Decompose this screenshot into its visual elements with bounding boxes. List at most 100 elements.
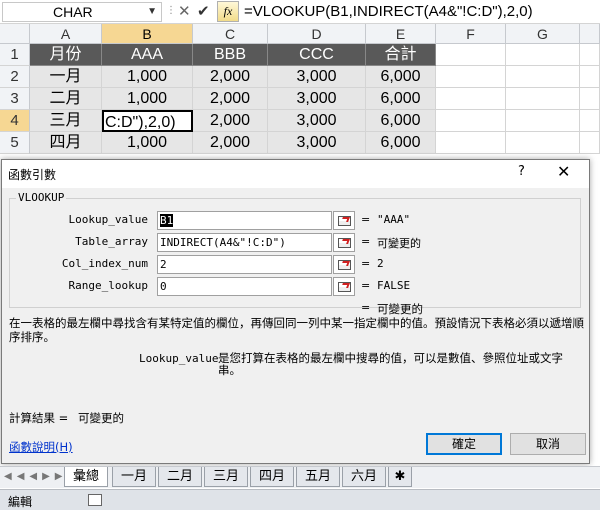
cell-h4[interactable] (580, 110, 600, 132)
equals-sign: = (361, 257, 371, 270)
macro-record-icon[interactable] (88, 494, 102, 506)
cell-e4[interactable]: 6,000 (366, 110, 436, 132)
cell-a1[interactable]: 月份 (30, 44, 102, 66)
col-index-num-input[interactable]: 2 (157, 255, 332, 274)
cancel-icon[interactable]: ✕ (178, 2, 191, 20)
insert-sheet-icon[interactable]: ✱ (388, 467, 412, 487)
grip-icon: ⋮ (166, 5, 176, 16)
arg-label-col-index-num: Col_index_num (61, 257, 148, 270)
cell-g4[interactable] (506, 110, 580, 132)
cell-d4[interactable]: 3,000 (268, 110, 366, 132)
cell-a5[interactable]: 四月 (30, 132, 102, 154)
select-all-corner[interactable] (0, 24, 30, 44)
cell-d5[interactable]: 3,000 (268, 132, 366, 154)
argument-description: 是您打算在表格的最左欄中搜尋的值，可以是數值、參照位址或文字串。 (218, 351, 563, 377)
sheet-tab-feb[interactable]: 二月 (158, 467, 203, 487)
cell-d2[interactable]: 3,000 (268, 66, 366, 88)
arg-result-table-array: 可變更的 (377, 237, 421, 250)
cell-e5[interactable]: 6,000 (366, 132, 436, 154)
table-array-input[interactable]: INDIRECT(A4&"!C:D") (157, 233, 332, 252)
sheet-tab-jun[interactable]: 六月 (342, 467, 387, 487)
lookup-value-input[interactable]: B1 (157, 211, 332, 230)
arg-label-range-lookup: Range_lookup (68, 279, 148, 292)
column-header-b[interactable]: B (102, 24, 193, 44)
cell-g1[interactable] (506, 44, 580, 66)
equals-sign: = (361, 279, 371, 292)
cell-b5[interactable]: 1,000 (102, 132, 193, 154)
argument-description-name: Lookup_value (139, 352, 219, 365)
active-cell-b4[interactable]: C:D"),2,0) (102, 110, 193, 132)
cell-g2[interactable] (506, 66, 580, 88)
cell-g3[interactable] (506, 88, 580, 110)
lookup-value-text: B1 (160, 214, 174, 227)
cell-c2[interactable]: 2,000 (193, 66, 268, 88)
row-header-1[interactable]: 1 (0, 44, 30, 66)
cell-f3[interactable] (436, 88, 506, 110)
arg-result-range-lookup: FALSE (377, 279, 411, 292)
column-header-a[interactable]: A (30, 24, 102, 44)
enter-icon[interactable]: ✔ (197, 2, 210, 20)
formula-input[interactable]: =VLOOKUP(B1,INDIRECT(A4&"!C:D"),2,0) (244, 2, 533, 21)
equals-sign: = (361, 235, 371, 248)
column-header-f[interactable]: F (436, 24, 506, 44)
range-lookup-input[interactable]: 0 (157, 277, 332, 296)
row-header-2[interactable]: 2 (0, 66, 30, 88)
ok-button[interactable]: 確定 (426, 433, 502, 455)
column-header-g[interactable]: G (506, 24, 580, 44)
function-help-link[interactable]: 函數說明(H) (9, 439, 73, 455)
sheet-tab-jan[interactable]: 一月 (112, 467, 157, 487)
cell-d3[interactable]: 3,000 (268, 88, 366, 110)
cell-d1[interactable]: CCC (268, 44, 366, 66)
cell-h2[interactable] (580, 66, 600, 88)
row-header-5[interactable]: 5 (0, 132, 30, 154)
cell-e2[interactable]: 6,000 (366, 66, 436, 88)
column-header-d[interactable]: D (268, 24, 366, 44)
cell-a3[interactable]: 二月 (30, 88, 102, 110)
sheet-tab-mar[interactable]: 三月 (204, 467, 249, 487)
cell-f1[interactable] (436, 44, 506, 66)
help-icon[interactable]: ? (518, 164, 525, 179)
function-description: 在一表格的最左欄中尋找含有某特定值的欄位，再傳回同一列中某一指定欄中的值。預設情… (9, 316, 584, 344)
formula-bar: CHAR ▼ ⋮ ✕ ✔ fx =VLOOKUP(B1,INDIRECT(A4&… (0, 0, 600, 24)
cell-h1[interactable] (580, 44, 600, 66)
cell-b1[interactable]: AAA (102, 44, 193, 66)
cell-c5[interactable]: 2,000 (193, 132, 268, 154)
dialog-titlebar[interactable]: 函數引數 ? ✕ (2, 160, 589, 188)
formula-result: 可變更的 (377, 302, 423, 316)
cell-b3[interactable]: 1,000 (102, 88, 193, 110)
cell-h3[interactable] (580, 88, 600, 110)
name-box-value: CHAR (53, 4, 93, 20)
cell-c4[interactable]: 2,000 (193, 110, 268, 132)
cell-e1[interactable]: 合計 (366, 44, 436, 66)
column-header-c[interactable]: C (193, 24, 268, 44)
cell-a4[interactable]: 三月 (30, 110, 102, 132)
dialog-title: 函數引數 (8, 168, 57, 182)
cell-f4[interactable] (436, 110, 506, 132)
close-icon[interactable]: ✕ (557, 162, 570, 181)
row-header-4[interactable]: 4 (0, 110, 30, 132)
cancel-button[interactable]: 取消 (510, 433, 586, 455)
cell-b2[interactable]: 1,000 (102, 66, 193, 88)
insert-function-button[interactable]: fx (217, 1, 239, 22)
cell-c3[interactable]: 2,000 (193, 88, 268, 110)
collapse-dialog-button[interactable] (333, 277, 355, 296)
collapse-dialog-button[interactable] (333, 255, 355, 274)
cell-c1[interactable]: BBB (193, 44, 268, 66)
sheet-tab-apr[interactable]: 四月 (250, 467, 295, 487)
arg-label-lookup-value: Lookup_value (68, 213, 148, 226)
calculation-result-value: 可變更的 (78, 411, 124, 425)
name-box[interactable]: CHAR ▼ (2, 2, 162, 22)
sheet-tab-may[interactable]: 五月 (296, 467, 341, 487)
row-header-3[interactable]: 3 (0, 88, 30, 110)
cell-f5[interactable] (436, 132, 506, 154)
column-header-e[interactable]: E (366, 24, 436, 44)
cell-g5[interactable] (506, 132, 580, 154)
collapse-dialog-button[interactable] (333, 211, 355, 230)
cell-a2[interactable]: 一月 (30, 66, 102, 88)
cell-h5[interactable] (580, 132, 600, 154)
collapse-dialog-button[interactable] (333, 233, 355, 252)
cell-f2[interactable] (436, 66, 506, 88)
chevron-down-icon[interactable]: ▼ (147, 3, 157, 21)
sheet-tab-summary[interactable]: 彙總 (64, 467, 109, 487)
cell-e3[interactable]: 6,000 (366, 88, 436, 110)
